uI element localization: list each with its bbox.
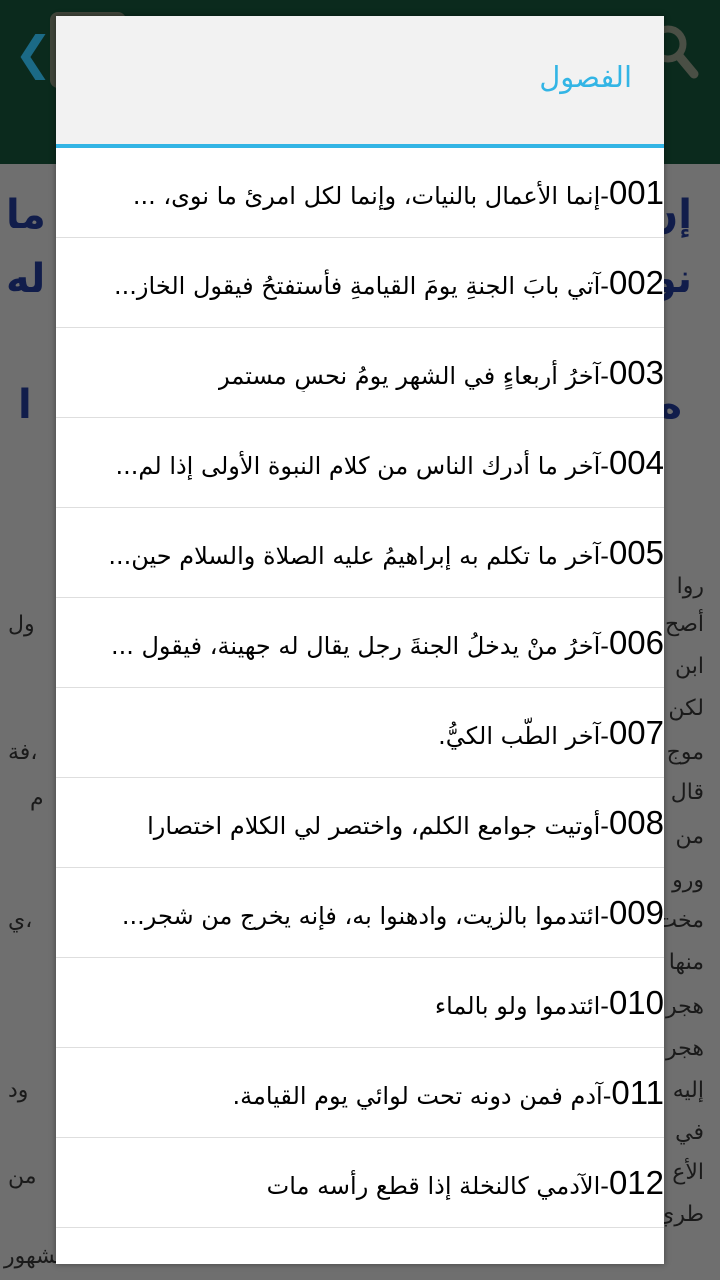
background-text-line: من	[8, 1164, 37, 1189]
chapter-title: 010-ائتدموا ولو بالماء	[435, 984, 664, 1022]
chapter-item[interactable]: 008-أوتيت جوامع الكلم، واختصر لي الكلام …	[56, 778, 664, 868]
background-text-line: فة،	[8, 740, 38, 765]
chapter-title: 009-ائتدموا بالزيت، وادهنوا به، فإنه يخر…	[122, 894, 664, 932]
background-text-line: طري	[657, 1202, 704, 1227]
background-text-line: ابن	[675, 654, 704, 679]
chapter-number: 012	[608, 1163, 664, 1201]
chapter-title: 007-آخر الطّب الكيُّ.	[438, 714, 664, 752]
chapter-number: 009	[608, 893, 664, 931]
chapter-item[interactable]: 004-آخر ما أدرك الناس من كلام النبوة الأ…	[56, 418, 664, 508]
background-text-line: أصح	[665, 612, 704, 637]
background-text-line: ود	[8, 1078, 29, 1103]
chapter-label: -أوتيت جوامع الكلم، واختصر لي الكلام اخت…	[147, 811, 609, 840]
background-text-line: روا	[676, 574, 704, 599]
chapter-number: 003	[608, 353, 664, 391]
background-text-line: منها	[668, 950, 704, 975]
background-text-line: ورو	[672, 868, 704, 893]
background-heading-fragment: ا	[18, 382, 32, 428]
background-text-line: ول	[8, 612, 35, 637]
dialog-header: الفصول	[56, 16, 664, 144]
chapters-dialog: الفصول 001-إنما الأعمال بالنيات، وإنما ل…	[56, 16, 664, 1264]
chapter-title: 005-آخر ما تكلم به إبراهيمُ عليه الصلاة …	[108, 534, 664, 572]
chapter-number: 004	[608, 443, 664, 481]
chapter-label: -ائتدموا بالزيت، وادهنوا به، فإنه يخرج م…	[121, 901, 609, 930]
chapter-title: 003-آخرُ أربعاءٍ في الشهر يومُ نحسٍ مستم…	[218, 354, 664, 392]
chapter-label: -آخرُ منْ يدخلُ الجنةَ رجل يقال له جهينة…	[110, 631, 609, 660]
chapter-title: 008-أوتيت جوامع الكلم، واختصر لي الكلام …	[147, 804, 664, 842]
chapter-title: 004-آخر ما أدرك الناس من كلام النبوة الأ…	[116, 444, 664, 482]
background-text-line: في	[675, 1120, 704, 1145]
background-text-line: لكن	[668, 696, 704, 721]
background-heading-fragment: له	[6, 256, 46, 302]
chapter-item[interactable]: 002-آتي بابَ الجنةِ يومَ القيامةِ فأستفت…	[56, 238, 664, 328]
chapter-label: -آخر الطّب الكيُّ.	[438, 721, 609, 750]
chapter-label: -إنما الأعمال بالنيات، وإنما لكل امرئ ما…	[132, 181, 609, 210]
chapter-item[interactable]: 005-آخر ما تكلم به إبراهيمُ عليه الصلاة …	[56, 508, 664, 598]
chapter-label: -آتي بابَ الجنةِ يومَ القيامةِ فأستفتحُ …	[114, 271, 609, 300]
chapter-item[interactable]: 001-إنما الأعمال بالنيات، وإنما لكل امرئ…	[56, 148, 664, 238]
chapter-number: 010	[608, 983, 664, 1021]
chapter-number: 005	[608, 533, 664, 571]
chapter-title: 012-الآدمي كالنخلة إذا قطع رأسه مات	[267, 1164, 664, 1202]
chapter-item[interactable]: 009-ائتدموا بالزيت، وادهنوا به، فإنه يخر…	[56, 868, 664, 958]
chapter-item[interactable]: 007-آخر الطّب الكيُّ.	[56, 688, 664, 778]
chapter-item[interactable]: 010-ائتدموا ولو بالماء	[56, 958, 664, 1048]
chapter-number: 006	[608, 623, 664, 661]
chapter-list[interactable]: 001-إنما الأعمال بالنيات، وإنما لكل امرئ…	[56, 148, 664, 1264]
background-text-line: هجر	[666, 1036, 704, 1061]
background-text-line: من	[675, 824, 704, 849]
chapter-title: 006-آخرُ منْ يدخلُ الجنةَ رجل يقال له جه…	[111, 624, 664, 662]
chapter-label: -الآدمي كالنخلة إذا قطع رأسه مات	[266, 1171, 609, 1200]
background-heading-fragment: ما	[6, 192, 46, 238]
chapter-item[interactable]: 011-آدم فمن دونه تحت لوائي يوم القيامة.	[56, 1048, 664, 1138]
chapter-number: 007	[608, 713, 664, 751]
dialog-title: الفصول	[539, 60, 632, 94]
background-text-line: قال	[670, 780, 704, 805]
chapter-title: 011-آدم فمن دونه تحت لوائي يوم القيامة.	[233, 1074, 664, 1112]
background-text-line: هجر	[666, 994, 704, 1019]
chapter-number: 011	[611, 1073, 664, 1111]
background-text-line: الأع	[672, 1160, 704, 1185]
chapter-item[interactable]: 012-الآدمي كالنخلة إذا قطع رأسه مات	[56, 1138, 664, 1228]
background-text-line: موج	[666, 740, 704, 765]
chapter-title: 002-آتي بابَ الجنةِ يومَ القيامةِ فأستفت…	[114, 264, 664, 302]
background-text-line: ي،	[8, 908, 33, 933]
chapter-label: -ائتدموا ولو بالماء	[434, 991, 609, 1020]
chapter-label: -آخر ما تكلم به إبراهيمُ عليه الصلاة وال…	[108, 541, 609, 570]
chapter-number: 001	[608, 173, 664, 211]
chapter-item[interactable]: 003-آخرُ أربعاءٍ في الشهر يومُ نحسٍ مستم…	[56, 328, 664, 418]
chevron-left-icon[interactable]: ❮	[14, 28, 54, 78]
background-text-line: إليه	[672, 1078, 704, 1103]
chapter-item[interactable]: 013	[56, 1228, 664, 1264]
chapter-title: 001-إنما الأعمال بالنيات، وإنما لكل امرئ…	[133, 174, 664, 212]
chapter-number: 008	[608, 803, 664, 841]
chapter-label: -آخرُ أربعاءٍ في الشهر يومُ نحسٍ مستمر	[218, 361, 609, 390]
background-text-line: م	[30, 786, 44, 811]
chapter-number: 002	[608, 263, 664, 301]
chapter-label: -آدم فمن دونه تحت لوائي يوم القيامة.	[232, 1081, 612, 1110]
chapter-item[interactable]: 006-آخرُ منْ يدخلُ الجنةَ رجل يقال له جه…	[56, 598, 664, 688]
chapter-label: -آخر ما أدرك الناس من كلام النبوة الأولى…	[115, 451, 609, 480]
